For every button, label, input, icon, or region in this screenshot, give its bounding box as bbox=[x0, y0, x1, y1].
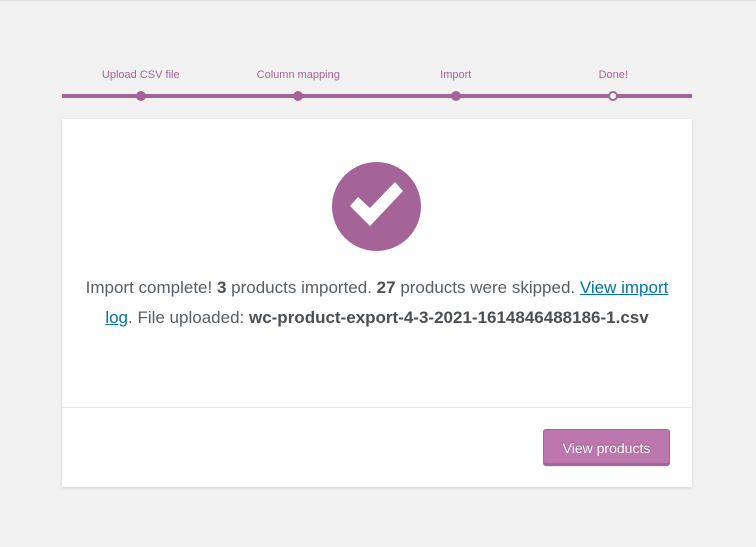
checkmark-icon bbox=[350, 182, 403, 226]
step-column-mapping: Column mapping bbox=[220, 62, 378, 102]
import-summary-message: Import complete! 3 products imported. 27… bbox=[84, 273, 670, 333]
message-text-skipped: products were skipped. bbox=[395, 278, 580, 297]
step-label-import: Import bbox=[440, 69, 472, 81]
step-dot-done bbox=[608, 91, 619, 101]
step-label-done: Done! bbox=[598, 69, 628, 81]
message-text-imported: products imported. bbox=[226, 278, 377, 297]
step-dot-column-mapping bbox=[293, 91, 304, 101]
actions-divider bbox=[62, 407, 692, 408]
step-done: Done! bbox=[535, 62, 693, 102]
step-upload-csv: Upload CSV file bbox=[62, 62, 220, 102]
checkmark-circle-icon bbox=[332, 162, 421, 251]
step-import: Import bbox=[377, 62, 535, 102]
uploaded-filename: wc-product-export-4-3-2021-1614846488186… bbox=[248, 308, 649, 327]
step-dot-import bbox=[450, 91, 461, 101]
imported-count: 3 bbox=[216, 278, 227, 297]
step-dot-upload-csv bbox=[135, 91, 146, 101]
view-products-button[interactable]: View products bbox=[543, 429, 670, 466]
step-label-upload-csv: Upload CSV file bbox=[101, 69, 180, 81]
top-edge-shadow bbox=[0, 0, 756, 2]
import-result-card: Import complete! 3 products imported. 27… bbox=[62, 119, 692, 487]
message-text-file-uploaded: . File uploaded: bbox=[128, 308, 249, 327]
import-progress-steps: Upload CSV file Column mapping Import Do… bbox=[62, 62, 692, 102]
message-text-complete: Import complete! bbox=[85, 278, 217, 297]
skipped-count: 27 bbox=[376, 278, 396, 297]
step-label-column-mapping: Column mapping bbox=[256, 69, 340, 81]
